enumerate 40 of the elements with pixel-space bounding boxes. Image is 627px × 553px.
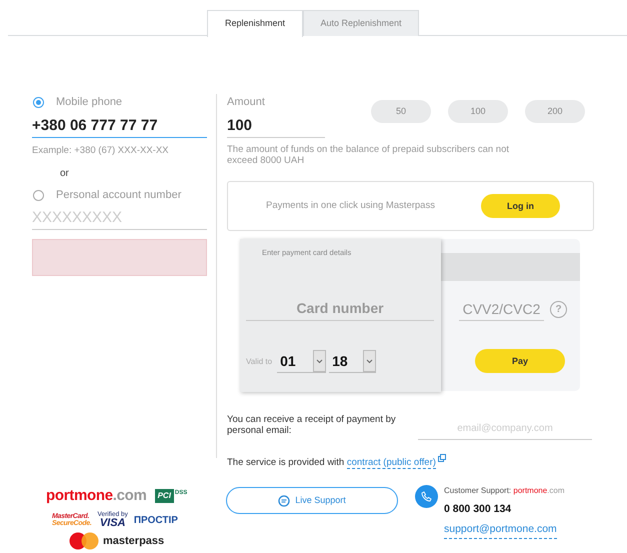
tab[interactable]: Auto Replenishment [303,10,419,36]
masterpass-logo: masterpass [103,534,164,549]
service-text: The service is provided with contract (public offer) [227,454,446,470]
option-label: Mobile phone [56,95,122,110]
external-link-icon [438,454,446,462]
radio-button[interactable] [33,96,44,108]
receipt-text: You can receive a receipt of payment by personal email: [227,414,397,437]
or-label: or [60,166,69,181]
portmone-logo: portmone.com [46,486,147,506]
card-number-field[interactable]: Card number [246,296,434,320]
phone-icon [415,485,438,508]
preset-button[interactable]: 100 [448,100,508,123]
phone-number: 0 800 300 134 [444,502,512,517]
contract-link[interactable]: contract (public offer) [346,457,436,470]
hint-text: Example: +380 (67) XXX-XX-XX [32,144,168,158]
valid-label: Valid to [246,356,272,368]
radio-button[interactable] [33,190,44,200]
amount-note: The amount of funds on the balance of prepaid subscribers can not exceed 8000 UAH [227,144,510,168]
prostir-logo: ПРОСТІР [134,514,178,528]
date-select[interactable]: 01 [277,350,326,372]
option-label: Personal account number [56,188,182,203]
live-support-button[interactable]: Live Support [226,487,398,514]
tab[interactable]: Replenishment [207,10,303,37]
preset-button[interactable]: 50 [371,100,431,123]
date-select[interactable]: 18 [329,350,376,372]
login-button[interactable]: Log in [480,194,560,218]
help-icon[interactable]: ? [550,300,567,318]
cvv-field[interactable]: CVV2/CVC2 [459,297,544,322]
amount-field[interactable]: 100 [227,114,325,138]
support-email-link[interactable]: support@portmone.com [444,522,557,538]
support-label: Customer Support: portmone.com [444,485,565,497]
amount-label: Amount [227,95,266,110]
masterpass-text: Payments in one click using Masterpass [266,199,435,214]
masterpass-icon [69,532,99,550]
pay-button[interactable]: Pay [475,349,565,374]
caret-icon [316,358,324,364]
phone-field[interactable]: +380 06 777 77 77 [32,114,207,138]
preset-button[interactable]: 200 [525,100,585,123]
chat-icon [278,494,290,506]
caret-icon [366,358,374,364]
